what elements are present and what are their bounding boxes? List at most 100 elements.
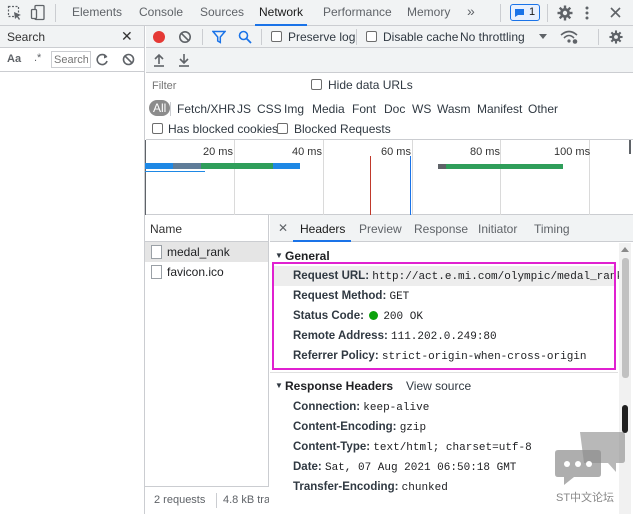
general-section-title[interactable]: General xyxy=(285,249,330,263)
request-name: medal_rank xyxy=(167,245,230,259)
tab-initiator[interactable]: Initiator xyxy=(478,222,517,236)
search-icon[interactable] xyxy=(238,30,252,44)
record-icon[interactable] xyxy=(152,30,166,44)
filter-type-css[interactable]: CSS xyxy=(257,102,282,116)
document-icon xyxy=(151,265,162,279)
request-list-header[interactable]: Name xyxy=(145,215,268,242)
close-details-icon[interactable]: ✕ xyxy=(278,221,288,235)
search-toolbar: Aa .* xyxy=(0,48,144,72)
match-case-button[interactable]: Aa xyxy=(7,53,21,65)
filter-type-fetch-xhr[interactable]: Fetch/XHR xyxy=(177,102,236,116)
filter-type-other[interactable]: Other xyxy=(528,102,558,116)
clear-icon[interactable] xyxy=(122,53,135,66)
disable-cache-checkbox[interactable] xyxy=(366,31,377,42)
filter-type-img[interactable]: Img xyxy=(284,102,304,116)
general-highlight-box xyxy=(272,262,616,370)
search-panel-header: Search ✕ xyxy=(0,26,144,48)
preserve-log-checkbox[interactable] xyxy=(271,31,282,42)
filter-type-manifest[interactable]: Manifest xyxy=(477,102,522,116)
collapse-triangle-icon[interactable]: ▼ xyxy=(275,381,283,390)
load-event-marker xyxy=(410,156,411,215)
tab-network[interactable]: Network xyxy=(255,0,308,26)
collapse-triangle-icon[interactable]: ▼ xyxy=(275,251,283,260)
request-row-favicon[interactable]: favicon.ico xyxy=(145,262,268,282)
close-search-icon[interactable]: ✕ xyxy=(121,28,133,45)
search-input[interactable] xyxy=(51,51,91,68)
tab-elements[interactable]: Elements xyxy=(68,0,126,26)
export-har-icon[interactable] xyxy=(178,53,190,67)
more-tabs-button[interactable]: » xyxy=(463,0,479,25)
hide-data-urls-label: Hide data URLs xyxy=(328,78,413,92)
hide-data-urls-checkbox[interactable] xyxy=(311,79,322,90)
filter-input[interactable] xyxy=(148,77,298,95)
filter-type-all[interactable]: All xyxy=(149,100,171,116)
header-content-encoding: Content-Encoding: gzip xyxy=(293,421,427,434)
regex-button[interactable]: .* xyxy=(34,52,41,64)
network-toolbar-secondary xyxy=(146,48,633,73)
timeline-tick: 100 ms xyxy=(554,146,591,158)
network-settings-gear-icon[interactable] xyxy=(609,30,623,44)
blocked-requests-label: Blocked Requests xyxy=(294,122,391,136)
network-conditions-icon[interactable] xyxy=(560,30,578,44)
timeline-overview[interactable]: 20 ms 40 ms 60 ms 80 ms 100 ms xyxy=(145,140,633,215)
tab-sources[interactable]: Sources xyxy=(196,0,248,26)
request-list: Name medal_rank favicon.ico 2 requests 4… xyxy=(145,215,269,514)
issues-badge[interactable]: 1 xyxy=(510,4,540,21)
details-tab-bar: ✕ Headers Preview Response Initiator Tim… xyxy=(270,215,633,242)
throttling-select[interactable]: No throttling xyxy=(460,26,550,48)
filter-bar: Hide data URLs All Fetch/XHR JS CSS Img … xyxy=(146,74,633,140)
filter-type-font[interactable]: Font xyxy=(352,102,376,116)
has-blocked-cookies-label: Has blocked cookies xyxy=(168,122,279,136)
search-panel-title: Search xyxy=(7,30,46,44)
gear-icon[interactable] xyxy=(557,5,573,21)
tab-performance[interactable]: Performance xyxy=(319,0,396,26)
blocked-requests-checkbox[interactable] xyxy=(277,123,288,134)
view-source-link[interactable]: View source xyxy=(406,379,471,393)
inspect-element-icon[interactable] xyxy=(7,5,23,21)
filter-type-ws[interactable]: WS xyxy=(412,102,431,116)
search-panel: Search ✕ Aa .* xyxy=(0,26,145,514)
refresh-icon[interactable] xyxy=(96,53,109,66)
timeline-bar-medal-rank xyxy=(145,163,300,169)
timeline-bar-favicon xyxy=(438,164,563,169)
filter-type-js[interactable]: JS xyxy=(237,102,251,116)
request-row-medal-rank[interactable]: medal_rank xyxy=(145,242,268,262)
request-count: 2 requests xyxy=(154,494,206,506)
header-date: Date: Sat, 07 Aug 2021 06:50:18 GMT xyxy=(293,461,517,474)
tab-memory[interactable]: Memory xyxy=(403,0,454,26)
throttling-value: No throttling xyxy=(460,30,525,44)
watermark-logo: ST中文论坛 xyxy=(554,430,630,510)
tab-console[interactable]: Console xyxy=(135,0,187,26)
kebab-menu-icon[interactable] xyxy=(584,5,590,21)
filter-type-media[interactable]: Media xyxy=(312,102,345,116)
preserve-log-label: Preserve log xyxy=(288,30,356,44)
tab-headers[interactable]: Headers xyxy=(300,222,345,236)
scrollbar-thumb[interactable] xyxy=(622,258,629,378)
message-icon xyxy=(515,9,524,17)
has-blocked-cookies-checkbox[interactable] xyxy=(152,123,163,134)
close-icon[interactable] xyxy=(609,6,622,19)
network-toolbar: Preserve log Disable cache No throttling xyxy=(146,26,633,48)
chevron-down-icon xyxy=(539,34,547,39)
tab-preview[interactable]: Preview xyxy=(359,222,402,236)
tab-response[interactable]: Response xyxy=(414,222,468,236)
filter-type-wasm[interactable]: Wasm xyxy=(437,102,471,116)
disable-cache-label: Disable cache xyxy=(383,30,459,44)
timeline-tick: 20 ms xyxy=(203,146,233,158)
device-toolbar-icon[interactable] xyxy=(30,4,46,21)
name-column-header[interactable]: Name xyxy=(150,222,182,236)
import-har-icon[interactable] xyxy=(153,53,165,67)
tab-timing[interactable]: Timing xyxy=(534,222,570,236)
filter-type-doc[interactable]: Doc xyxy=(384,102,405,116)
clear-log-icon[interactable] xyxy=(178,30,192,44)
issues-count: 1 xyxy=(529,6,536,18)
request-summary-bar: 2 requests 4.8 kB tra xyxy=(145,486,269,514)
timeline-tick: 40 ms xyxy=(292,146,322,158)
timeline-tick: 80 ms xyxy=(470,146,500,158)
request-name: favicon.ico xyxy=(167,265,224,279)
header-connection: Connection: keep-alive xyxy=(293,401,430,414)
devtools-tab-bar: Elements Console Sources Network Perform… xyxy=(0,0,633,26)
scroll-up-icon[interactable] xyxy=(621,246,629,252)
response-headers-section-title[interactable]: Response Headers xyxy=(285,379,393,393)
filter-icon[interactable] xyxy=(212,30,226,44)
